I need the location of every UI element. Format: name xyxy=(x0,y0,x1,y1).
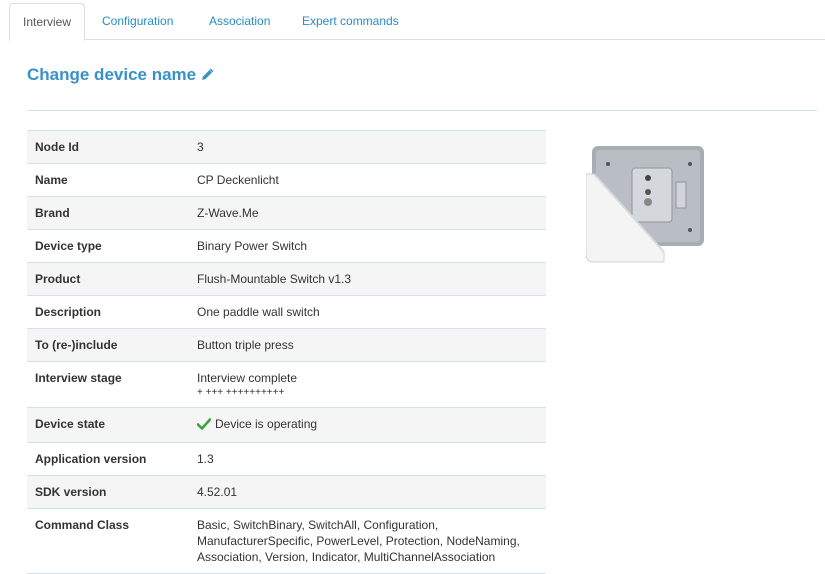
table-row: Command Class Basic, SwitchBinary, Switc… xyxy=(27,508,546,574)
table-row: Device type Binary Power Switch xyxy=(27,229,546,263)
table-row: Name CP Deckenlicht xyxy=(27,163,546,197)
row-value: 3 xyxy=(189,130,546,164)
row-label: Node Id xyxy=(27,130,189,164)
row-value: CP Deckenlicht xyxy=(189,163,546,197)
row-value: Binary Power Switch xyxy=(189,229,546,263)
table-row: Brand Z-Wave.Me xyxy=(27,196,546,230)
row-label: Device state xyxy=(27,407,189,443)
row-label: Product xyxy=(27,262,189,296)
tab-interview[interactable]: Interview xyxy=(9,3,86,41)
interview-stage-detail: + +++ ++++++++++ xyxy=(197,387,285,398)
device-info-table: Node Id 3 Name CP Deckenlicht Brand Z-Wa… xyxy=(27,130,546,574)
row-value: 1.3 xyxy=(189,442,546,476)
row-value: Z-Wave.Me xyxy=(189,196,546,230)
page-title: Change device name xyxy=(27,65,197,84)
tab-configuration[interactable]: Configuration xyxy=(89,3,186,40)
pencil-icon xyxy=(200,68,214,82)
tab-association[interactable]: Association xyxy=(196,3,283,40)
table-row: Device state Device is operating xyxy=(27,407,546,443)
change-device-name-link[interactable]: Change device name xyxy=(27,62,214,88)
table-row: Node Id 3 xyxy=(27,130,546,164)
row-label: To (re-)include xyxy=(27,328,189,362)
row-value: Interview complete + +++ ++++++++++ xyxy=(189,361,546,408)
row-label: Brand xyxy=(27,196,189,230)
row-label: SDK version xyxy=(27,475,189,509)
row-label: Interview stage xyxy=(27,361,189,408)
row-value: Device is operating xyxy=(189,407,546,443)
tab-expert-commands[interactable]: Expert commands xyxy=(289,3,412,40)
table-row: To (re-)include Button triple press xyxy=(27,328,546,362)
divider xyxy=(27,110,817,111)
table-row: Description One paddle wall switch xyxy=(27,295,546,329)
wall-switch-image xyxy=(585,144,706,264)
table-row: Application version 1.3 xyxy=(27,442,546,476)
row-label: Command Class xyxy=(27,508,189,574)
device-state-value: Device is operating xyxy=(215,417,318,431)
checkmark-icon xyxy=(196,418,212,434)
table-row: Product Flush-Mountable Switch v1.3 xyxy=(27,262,546,296)
row-value: Flush-Mountable Switch v1.3 xyxy=(189,262,546,296)
row-label: Application version xyxy=(27,442,189,476)
row-value: Button triple press xyxy=(189,328,546,362)
table-row: Interview stage Interview complete + +++… xyxy=(27,361,546,408)
row-value: 4.52.01 xyxy=(189,475,546,509)
row-label: Name xyxy=(27,163,189,197)
row-label: Description xyxy=(27,295,189,329)
row-label: Device type xyxy=(27,229,189,263)
tab-bar: Interview Configuration Association Expe… xyxy=(9,0,825,41)
row-value: One paddle wall switch xyxy=(189,295,546,329)
row-value: Basic, SwitchBinary, SwitchAll, Configur… xyxy=(189,508,546,574)
interview-stage-value: Interview complete xyxy=(197,371,298,385)
table-row: SDK version 4.52.01 xyxy=(27,475,546,509)
